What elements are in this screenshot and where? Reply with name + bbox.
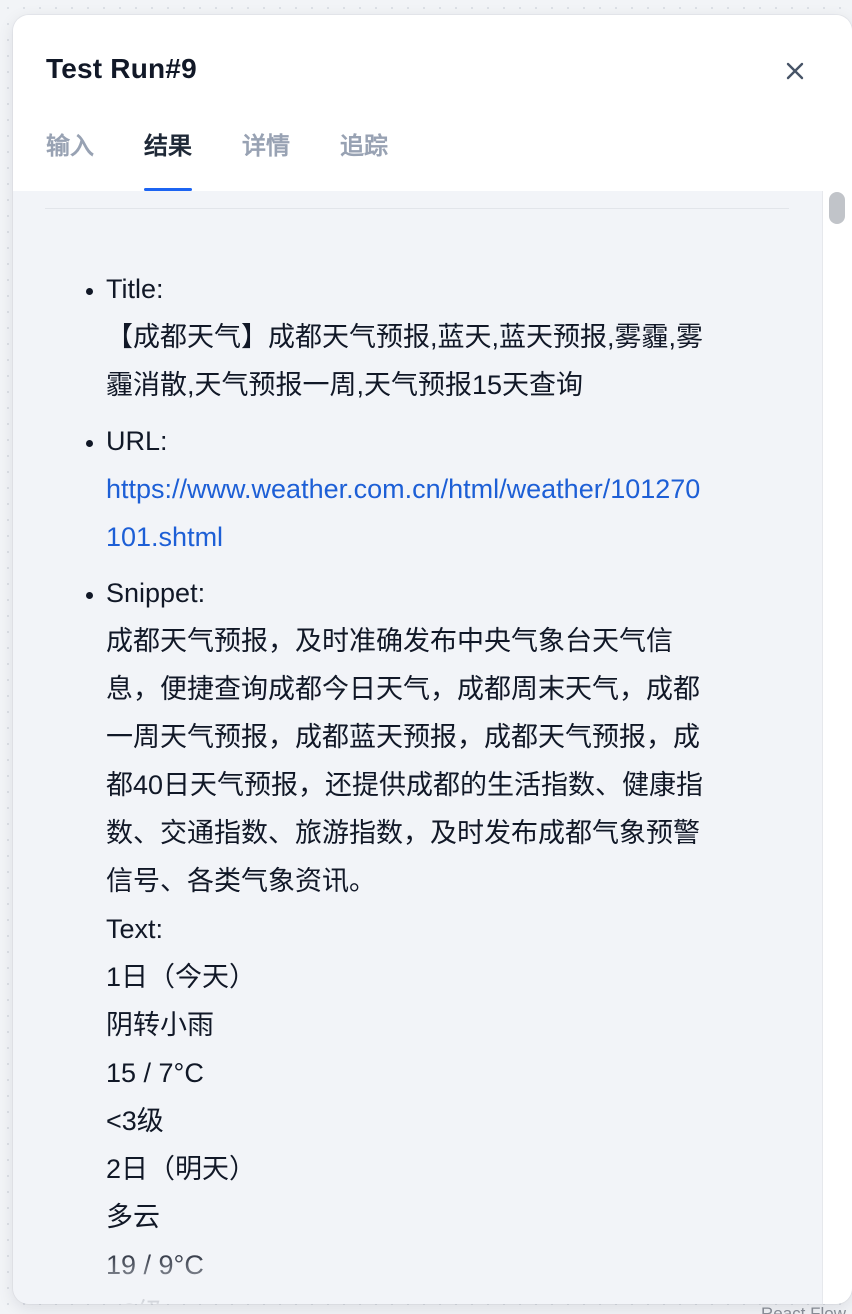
scrollbar-thumb[interactable] [829,192,845,224]
test-run-panel: Test Run#9 输入 结果 详情 追踪 Title: 【成都天气】成都天气… [13,15,852,1304]
tab-input[interactable]: 输入 [46,125,94,191]
text-line: 1日（今天） [106,962,257,992]
url-link-continued[interactable]: 101.shtml [106,513,806,561]
snippet-line: 成都天气预报，及时准确发布中央气象台天气信 [106,626,673,656]
text-line: 15 / 7°C [106,1058,204,1088]
close-button[interactable] [779,55,811,87]
result-list: Title: 【成都天气】成都天气预报,蓝天,蓝天预报,雾霾,雾 霾消散,天气预… [106,265,806,1304]
text-line: 阴转小雨 [106,1010,214,1040]
url-label: URL: [106,426,168,456]
tab-tracing[interactable]: 追踪 [340,125,388,191]
result-content: Title: 【成都天气】成都天气预报,蓝天,蓝天预报,雾霾,雾 霾消散,天气预… [13,191,822,1304]
title-label: Title: [106,274,164,304]
text-line: 多云 [106,1202,160,1232]
snippet-line: 数、交通指数、旅游指数，及时发布成都气象预警 [106,818,700,848]
content-divider [45,208,789,209]
tab-result[interactable]: 结果 [144,125,192,191]
result-title-item: Title: 【成都天气】成都天气预报,蓝天,蓝天预报,雾霾,雾 霾消散,天气预… [106,265,806,409]
snippet-line: 信号、各类气象资讯。 [106,866,376,896]
tab-detail[interactable]: 详情 [242,125,290,191]
close-icon [786,62,804,80]
text-label: Text: [106,914,164,944]
text-line: 2日（明天） [106,1154,257,1184]
snippet-line: 息，便捷查询成都今日天气，成都周末天气，成都 [106,674,700,704]
url-link[interactable]: https://www.weather.com.cn/html/weather/… [106,465,806,513]
result-snippet-item: Snippet: 成都天气预报，及时准确发布中央气象台天气信 息，便捷查询成都今… [106,569,806,1304]
text-line: <3级 [106,1106,164,1136]
result-url-item: URL: https://www.weather.com.cn/html/wea… [106,417,806,561]
title-line: 【成都天气】成都天气预报,蓝天,蓝天预报,雾霾,雾 [106,322,704,352]
panel-title: Test Run#9 [46,53,197,84]
panel-header: Test Run#9 输入 结果 详情 追踪 [13,15,852,191]
tab-bar: 输入 结果 详情 追踪 [46,125,438,191]
title-line: 霾消散,天气预报一周,天气预报15天查询 [106,370,584,400]
text-line: <3级 [106,1289,806,1304]
snippet-line: 都40日天气预报，还提供成都的生活指数、健康指 [106,770,704,800]
snippet-line: 一周天气预报，成都蓝天预报，成都天气预报，成 [106,722,700,752]
snippet-label: Snippet: [106,578,206,608]
scrollbar-track[interactable] [822,191,852,1304]
text-line: 19 / 9°C [106,1250,204,1280]
